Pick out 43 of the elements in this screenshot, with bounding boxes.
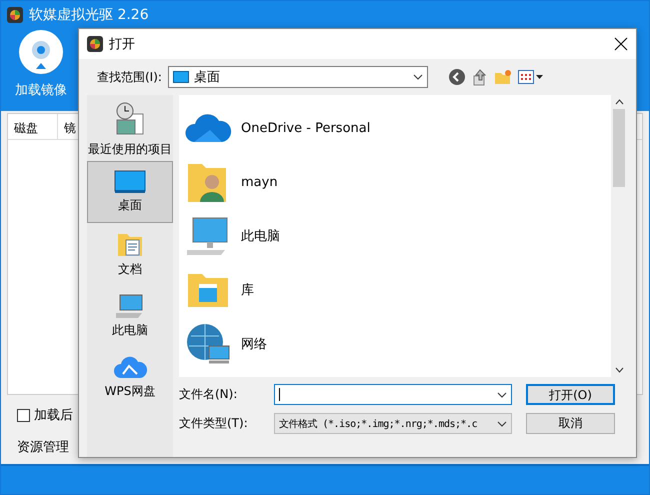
file-name-field[interactable]	[274, 384, 512, 405]
cloud-icon	[184, 113, 232, 143]
footer-label: 资源管理	[17, 440, 69, 455]
scrollbar-thumb[interactable]	[613, 109, 625, 187]
file-item[interactable]: mayn	[183, 155, 607, 209]
chevron-down-icon	[497, 420, 507, 426]
scroll-down-icon[interactable]	[614, 367, 624, 373]
view-menu-icon[interactable]	[518, 70, 544, 84]
chevron-down-icon	[412, 74, 423, 80]
app-logo-icon	[87, 36, 103, 52]
open-button[interactable]: 打开(O)	[526, 384, 615, 405]
dialog-title: 打开	[109, 36, 136, 53]
cancel-button[interactable]: 取消	[526, 413, 615, 434]
folder-icon	[187, 272, 229, 308]
checkbox-label: 加载后	[34, 407, 73, 424]
back-icon[interactable]	[448, 68, 466, 86]
up-folder-icon[interactable]	[472, 68, 488, 86]
look-in-dropdown[interactable]: 桌面	[168, 66, 428, 88]
window-title: 软媒虚拟光驱 2.26	[29, 6, 150, 24]
file-name-label: 文件名(N):	[179, 386, 238, 403]
place-item[interactable]: 文档	[87, 223, 173, 285]
chevron-down-icon	[497, 392, 507, 398]
app-logo-icon	[7, 7, 23, 23]
desktop-icon	[172, 71, 189, 83]
scroll-up-icon[interactable]	[614, 99, 624, 105]
file-type-dropdown[interactable]: 文件格式 (*.iso;*.img;*.nrg;*.mds;*.c	[274, 413, 512, 434]
place-item[interactable]: WPS网盘	[87, 347, 173, 409]
file-item[interactable]: 库	[183, 263, 607, 317]
column-header[interactable]: 磁盘	[8, 114, 58, 139]
file-type-label: 文件类型(T):	[179, 415, 249, 432]
file-item[interactable]: 网络	[183, 317, 607, 371]
place-item[interactable]: 最近使用的项目	[87, 99, 173, 161]
desktop-icon	[114, 170, 146, 194]
load-image-button[interactable]: 加载镜像	[15, 29, 67, 111]
close-icon[interactable]	[614, 37, 628, 51]
place-item[interactable]: 桌面	[87, 161, 173, 223]
place-item[interactable]: 此电脑	[87, 285, 173, 347]
cloud-icon	[113, 356, 147, 380]
file-item[interactable]: 此电脑	[183, 209, 607, 263]
file-item[interactable]: OneDrive - Personal	[183, 101, 607, 155]
checkbox[interactable]	[17, 408, 30, 422]
look-in-label: 查找范围(I):	[97, 68, 162, 86]
globe-computer-icon	[185, 322, 231, 366]
